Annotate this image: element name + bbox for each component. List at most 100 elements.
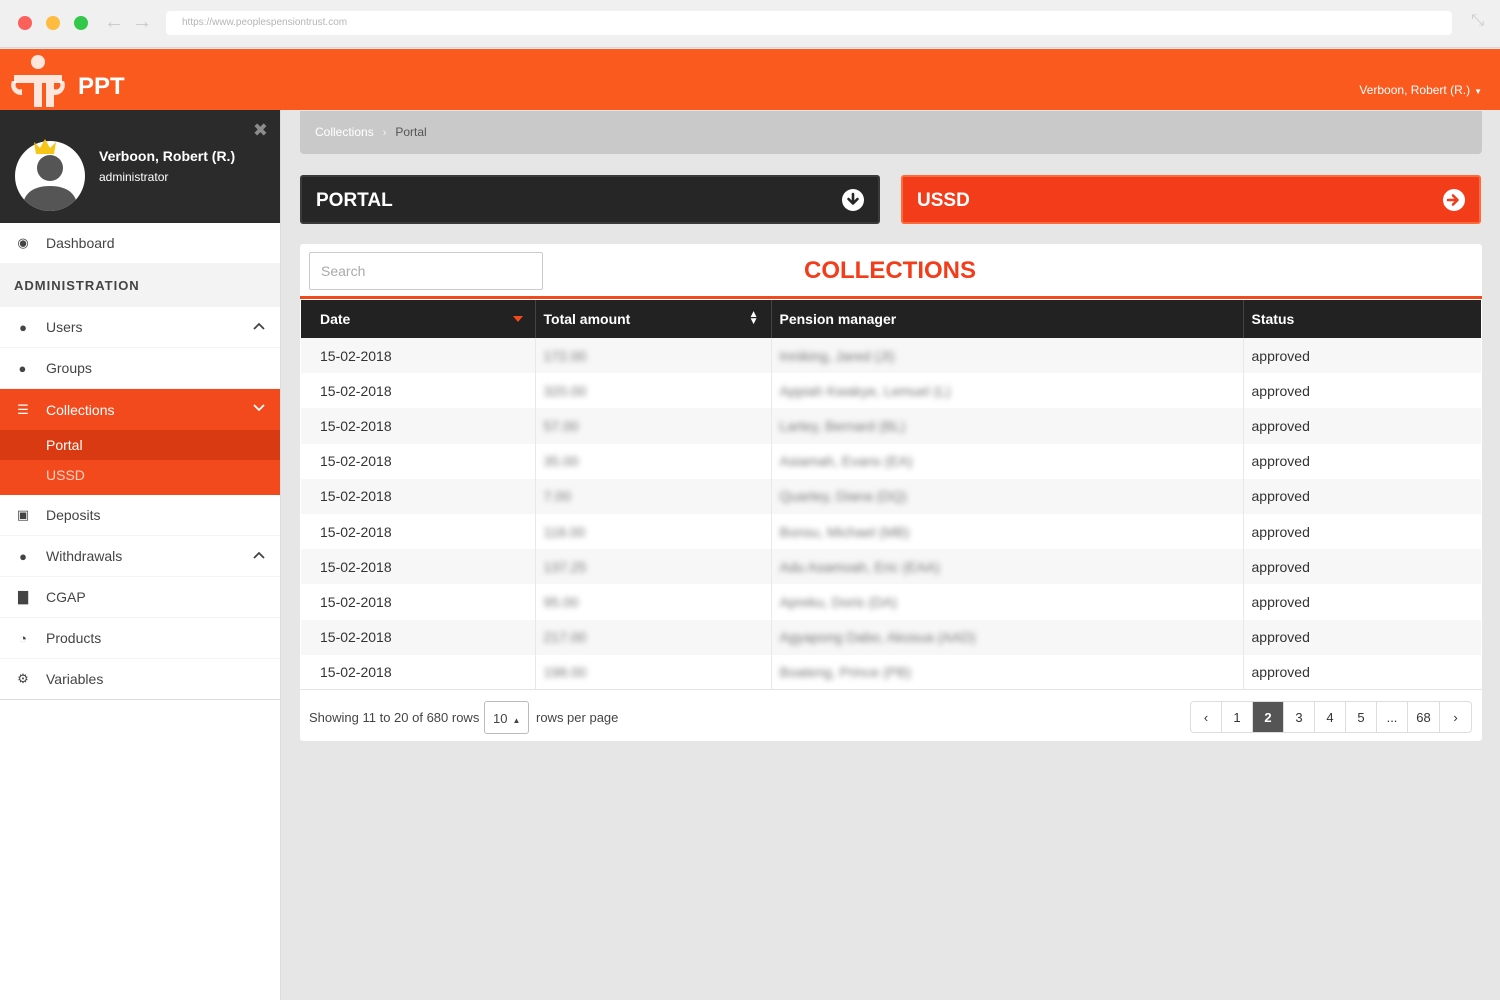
fullscreen-icon[interactable]: ⤡ [1471, 12, 1484, 30]
sidebar-item-label: Collections [46, 401, 115, 418]
chevron-right-icon: › [382, 127, 387, 139]
cell-date: 15-02-2018 [301, 549, 536, 585]
ussd-panel[interactable]: USSD [901, 175, 1481, 224]
sidebar-subitem-ussd[interactable]: USSD [0, 460, 280, 490]
portal-panel[interactable]: PORTAL [300, 175, 880, 224]
column-header-date[interactable]: Date [301, 300, 536, 338]
breadcrumb-link-collections[interactable]: Collections [315, 125, 374, 139]
sort-desc-icon[interactable] [512, 316, 523, 322]
money-icon: ▣ [16, 507, 30, 522]
sidebar-item-label: Withdrawals [46, 548, 123, 564]
brand-name[interactable]: PPT [78, 73, 125, 101]
table-row[interactable]: 15-02-2018 57.00 Lartey, Bernard (BL) appro… [301, 408, 1481, 444]
sidebar-item-label: CGAP [46, 589, 86, 605]
cell-total-amount: 7.00 [535, 478, 772, 514]
table-row[interactable]: 15-02-2018 95.00 Apreku, Doris (DA) approve… [301, 584, 1481, 620]
sidebar-item-withdrawals[interactable]: ● Withdrawals [0, 536, 280, 577]
avatar [15, 139, 85, 211]
cell-total-amount: 198.00 [535, 654, 772, 690]
user-menu-dropdown[interactable]: Verboon, Robert (R.) ▼ [1359, 83, 1482, 97]
cell-status-value: approved [1251, 629, 1310, 646]
sidebar-item-users[interactable]: ● Users [0, 307, 280, 348]
sidebar-item-products[interactable]: ◔ Products [0, 618, 280, 659]
sort-icon[interactable]: ▲ ▼ [749, 310, 759, 327]
cell-status: approved [1243, 549, 1481, 585]
arrow-circle-right-icon[interactable] [1443, 189, 1465, 211]
cell-pension-manager-value: Agyapong Dabo, Akosua (AAD) [779, 629, 976, 646]
pagination-next-button[interactable]: › [1440, 702, 1471, 732]
pagination-page-button[interactable]: 68 [1408, 702, 1440, 732]
pagination-page-button[interactable]: 4 [1315, 702, 1346, 732]
url-bar[interactable]: https://www.peoplespensiontrust.com [166, 11, 1452, 35]
table-row[interactable]: 15-02-2018 35.00 Asiamah, Evans (EA) approv… [301, 443, 1481, 479]
cell-pension-manager: Quartey, Diana (DQ) [771, 478, 1244, 514]
cell-status-value: approved [1251, 382, 1310, 399]
sidebar-item-groups[interactable]: ● Groups [0, 348, 280, 389]
profile-name: Verboon, Robert (R.) [99, 148, 236, 164]
forward-arrow-icon[interactable]: → [132, 10, 152, 34]
portal-panel-title: PORTAL [316, 190, 393, 211]
cell-pension-manager: Apreku, Doris (DA) [771, 584, 1244, 620]
sidebar-item-collections[interactable]: ☰ Collections [0, 389, 280, 430]
cell-total-amount: 320.00 [535, 373, 772, 409]
pagination-page-button[interactable]: 1 [1222, 702, 1253, 732]
table-row[interactable]: 15-02-2018 137.25 Adu Asamoah, Eric (EAA) a… [301, 549, 1481, 585]
table-row[interactable]: 15-02-2018 118.00 Bonsu, Michael (MB) appro… [301, 513, 1481, 550]
pagination-prev-button[interactable]: ‹ [1191, 702, 1222, 732]
breadcrumb-current: Portal [395, 125, 427, 139]
minimize-window-button[interactable] [46, 16, 60, 30]
close-icon[interactable]: ✖ [253, 120, 268, 141]
cell-date: 15-02-2018 [301, 338, 536, 374]
cell-date-value: 15-02-2018 [320, 593, 392, 610]
search-input[interactable] [309, 252, 543, 290]
table-row[interactable]: 15-02-2018 320.00 Appiah Kwakye, Lemuel (L… [301, 373, 1481, 409]
cell-status-value: approved [1251, 453, 1310, 470]
back-arrow-icon[interactable]: ← [104, 10, 124, 34]
pagination-page-button[interactable]: 2 [1253, 702, 1284, 732]
ppt-logo-icon[interactable] [8, 53, 70, 109]
cell-status-value: approved [1251, 664, 1310, 681]
maximize-window-button[interactable] [74, 16, 88, 30]
users-icon: ● [18, 360, 28, 376]
top-header: PPT Verboon, Robert (R.) ▼ [0, 49, 1500, 110]
close-window-button[interactable] [18, 16, 32, 30]
profile-panel: Verboon, Robert (R.) administrator ✖ [0, 110, 280, 223]
cell-date-value: 15-02-2018 [320, 382, 392, 399]
cell-total-amount: 118.00 [535, 513, 772, 550]
table-row[interactable]: 15-02-2018 7.00 Quartey, Diana (DQ) approve… [301, 478, 1481, 514]
sidebar-item-label: Users [46, 319, 83, 335]
cell-pension-manager-value: Inniking, Jared (JI) [779, 347, 895, 364]
cell-total-amount-value: 137.25 [543, 558, 587, 575]
sidebar-item-cgap[interactable]: ▇ CGAP [0, 577, 280, 618]
sidebar-item-dashboard[interactable]: ◉ Dashboard [0, 223, 280, 264]
pagination-page-button[interactable]: 5 [1346, 702, 1377, 732]
column-header-status[interactable]: Status [1243, 300, 1481, 338]
cell-total-amount-value: 320.00 [543, 382, 587, 399]
rows-per-page-select[interactable]: 10 ▲ [484, 701, 529, 734]
table-row[interactable]: 15-02-2018 198.00 Boateng, Prince (PB) appr… [301, 654, 1481, 690]
column-header-pension-manager[interactable]: Pension manager [771, 300, 1244, 338]
arrow-circle-down-icon[interactable] [842, 189, 864, 211]
rows-per-page-value: 10 [493, 711, 508, 726]
showing-rows-text: Showing 11 to 20 of 680 rows [309, 710, 480, 725]
pagination-page-button[interactable]: 3 [1284, 702, 1315, 732]
sidebar-item-deposits[interactable]: ▣ Deposits [0, 495, 280, 536]
table-row[interactable]: 15-02-2018 172.00 Inniking, Jared (JI) appr… [301, 338, 1481, 374]
sidebar-item-variables[interactable]: ⚙ Variables [0, 659, 280, 700]
bar-chart-icon: ▇ [18, 589, 28, 604]
sidebar-subitem-portal[interactable]: Portal [0, 430, 280, 460]
dashboard-icon: ◉ [17, 235, 29, 250]
cell-pension-manager: Asiamah, Evans (EA) [771, 443, 1244, 479]
cell-status: approved [1243, 443, 1481, 479]
cell-date-value: 15-02-2018 [320, 664, 392, 681]
table-row[interactable]: 15-02-2018 217.00 Agyapong Dabo, Akosua (A… [301, 619, 1481, 655]
cell-date-value: 15-02-2018 [320, 558, 392, 575]
cell-date-value: 15-02-2018 [320, 488, 392, 505]
cell-status: approved [1243, 373, 1481, 409]
cell-status: approved [1243, 654, 1481, 690]
collections-title: COLLECTIONS [804, 257, 976, 284]
column-header-total-amount[interactable]: Total amount ▲ ▼ [535, 300, 772, 338]
cell-total-amount-value: 35.00 [543, 453, 579, 470]
cell-total-amount: 57.00 [535, 408, 772, 444]
sidebar-item-label: Products [46, 630, 102, 646]
